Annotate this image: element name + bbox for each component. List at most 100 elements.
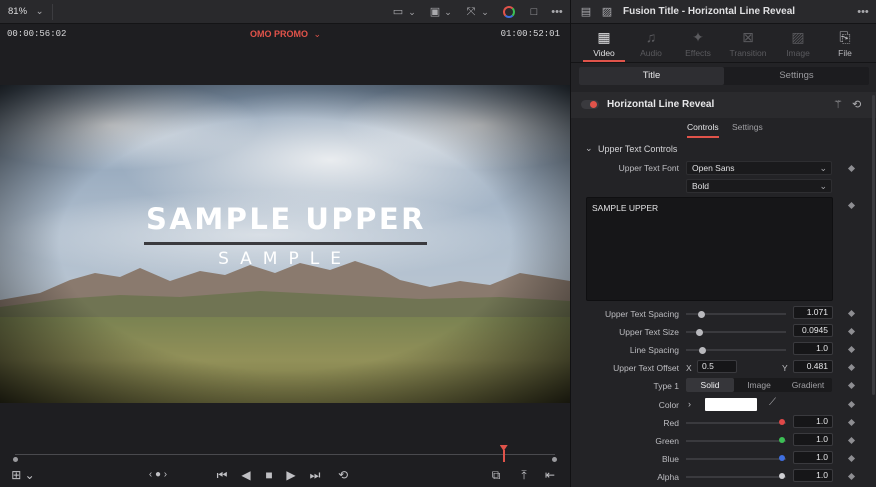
loop-icon[interactable]: ⟲ <box>334 467 352 483</box>
keyframe-diamond[interactable] <box>847 418 856 427</box>
tab-control-settings[interactable]: Settings <box>732 118 763 136</box>
green-value[interactable]: 1.0 <box>793 433 833 446</box>
play-reverse-icon[interactable]: ◀ <box>237 467 255 483</box>
viewer-panel: 81% ⌄ ▭ ⌄ ▣ ⌄ ⤧ ⌄ □ ••• 00:00:56:02 OMO … <box>0 0 570 487</box>
red-slider[interactable] <box>686 422 786 424</box>
mark-in-icon[interactable]: ⤒ <box>515 467 533 483</box>
keyframe-diamond[interactable] <box>847 345 856 354</box>
green-dot[interactable] <box>779 437 785 443</box>
effect-enable-toggle[interactable] <box>581 100 599 109</box>
keyframe-diamond[interactable] <box>847 400 856 409</box>
skip-to-end-icon[interactable]: ⏭ <box>306 467 324 483</box>
match-frame-icon[interactable]: ⧉ <box>487 467 505 483</box>
subtab-title[interactable]: Title <box>579 67 724 85</box>
fullscreen-icon[interactable]: □ <box>524 0 544 24</box>
keyframe-diamond[interactable] <box>847 309 856 318</box>
type-solid[interactable]: Solid <box>686 378 734 392</box>
mark-out-icon[interactable]: ⇤ <box>541 467 559 483</box>
blue-label: Blue <box>661 454 679 464</box>
tab-label: Audio <box>640 48 662 58</box>
hd-output-icon[interactable]: ▣ <box>425 0 445 24</box>
offset-y-value[interactable]: 0.481 <box>793 360 833 373</box>
type-gradient[interactable]: Gradient <box>784 378 832 392</box>
stop-icon[interactable]: ■ <box>260 467 278 483</box>
chevron-down-icon[interactable]: ⌄ <box>443 0 453 24</box>
type-selector: Solid Image Gradient <box>686 378 832 392</box>
alpha-label: Alpha <box>657 472 679 482</box>
color-swatch[interactable] <box>705 398 757 411</box>
keyframe-diamond[interactable] <box>847 327 856 336</box>
tab-transition[interactable]: ⊠ Transition <box>722 26 774 62</box>
blue-value[interactable]: 1.0 <box>793 451 833 464</box>
alpha-dot[interactable] <box>779 473 785 479</box>
keyframe-diamond[interactable] <box>847 436 856 445</box>
clip-view-icon[interactable]: ⊞ ⌄ <box>10 467 36 483</box>
spacing-value[interactable]: 1.071 <box>793 306 833 319</box>
play-icon[interactable]: ▶ <box>282 467 300 483</box>
keyframe-diamond[interactable] <box>847 472 856 481</box>
overlay-lower-text: SAMPLE <box>218 249 352 269</box>
eyedropper-icon[interactable]: ⟋ <box>769 397 776 408</box>
reset-icon[interactable]: ⟲ <box>852 92 861 118</box>
chevron-down-icon[interactable]: ⌄ <box>585 143 593 154</box>
inspector-scrollbar[interactable] <box>872 95 875 395</box>
scrub-track[interactable] <box>15 454 555 455</box>
monitor-icon[interactable]: ▭ <box>388 0 408 24</box>
playhead[interactable] <box>499 445 509 463</box>
blue-dot[interactable] <box>779 455 785 461</box>
color-wheel-icon[interactable] <box>503 6 515 18</box>
tab-audio[interactable]: ♫ Audio <box>628 26 674 62</box>
tab-image[interactable]: ▨ Image <box>775 26 821 62</box>
magic-wand-icon[interactable]: ⚚ <box>833 92 843 118</box>
offset-x-value[interactable]: 0.5 <box>697 360 737 373</box>
transform-icon[interactable]: ⤧ <box>462 0 480 24</box>
type-image[interactable]: Image <box>735 378 783 392</box>
spacing-slider[interactable] <box>686 310 786 318</box>
subtab-settings[interactable]: Settings <box>724 67 869 85</box>
zoom-dropdown[interactable]: 81% ⌄ <box>8 0 44 24</box>
chevron-down-icon[interactable]: ⌄ <box>407 0 417 24</box>
keyframe-diamond[interactable] <box>847 201 856 210</box>
line-spacing-value[interactable]: 1.0 <box>793 342 833 355</box>
chevron-down-icon[interactable]: ⌄ <box>480 0 490 24</box>
line-spacing-knob[interactable] <box>699 346 706 354</box>
font-dropdown[interactable]: Open Sans ⌄ <box>686 161 832 175</box>
skip-to-start-icon[interactable]: ⏮ <box>213 467 231 483</box>
text-input[interactable]: SAMPLE UPPER <box>586 197 833 301</box>
tab-controls[interactable]: Controls <box>687 118 719 138</box>
tab-file[interactable]: ⎘ File <box>822 26 868 62</box>
size-value[interactable]: 0.0945 <box>793 324 833 337</box>
file-icon: ⎘ <box>839 29 851 45</box>
chevron-right-icon[interactable]: › <box>688 399 691 409</box>
media-pool-icon[interactable]: ▤ <box>577 0 595 24</box>
tab-effects[interactable]: ✦ Effects <box>675 26 721 62</box>
red-dot[interactable] <box>779 419 785 425</box>
font-style-dropdown[interactable]: Bold ⌄ <box>686 179 832 193</box>
more-options-icon[interactable]: ••• <box>547 0 567 24</box>
green-slider[interactable] <box>686 440 786 442</box>
more-options-icon[interactable]: ••• <box>853 0 873 24</box>
red-value[interactable]: 1.0 <box>793 415 833 428</box>
chevron-down-icon: ⌄ <box>819 163 827 173</box>
video-frame[interactable]: SAMPLE UPPER SAMPLE <box>0 85 570 403</box>
size-knob[interactable] <box>696 328 703 336</box>
keyframe-diamond[interactable] <box>847 363 856 372</box>
size-slider[interactable] <box>686 328 786 336</box>
chevron-down-icon: ⌄ <box>819 181 827 191</box>
timecode-left: 00:00:56:02 <box>7 29 67 39</box>
spacing-knob[interactable] <box>698 310 705 318</box>
alpha-value[interactable]: 1.0 <box>793 469 833 482</box>
image-icon[interactable]: ▨ <box>598 0 616 24</box>
alpha-slider[interactable] <box>686 476 786 478</box>
blue-slider[interactable] <box>686 458 786 460</box>
keyframe-diamond[interactable] <box>847 454 856 463</box>
keyframe-diamond[interactable] <box>847 381 856 390</box>
timecode-right: 01:00:52:01 <box>500 29 560 39</box>
tab-video[interactable]: ▦ Video <box>581 26 627 62</box>
tab-label: Transition <box>729 48 767 58</box>
line-spacing-slider[interactable] <box>686 346 786 354</box>
clip-name-dropdown[interactable]: OMO PROMO ⌄ <box>250 24 321 44</box>
scrub-start-marker <box>13 457 18 462</box>
keyframe-diamond[interactable] <box>847 164 856 173</box>
jog-control[interactable]: ‹ ● › <box>140 467 176 483</box>
